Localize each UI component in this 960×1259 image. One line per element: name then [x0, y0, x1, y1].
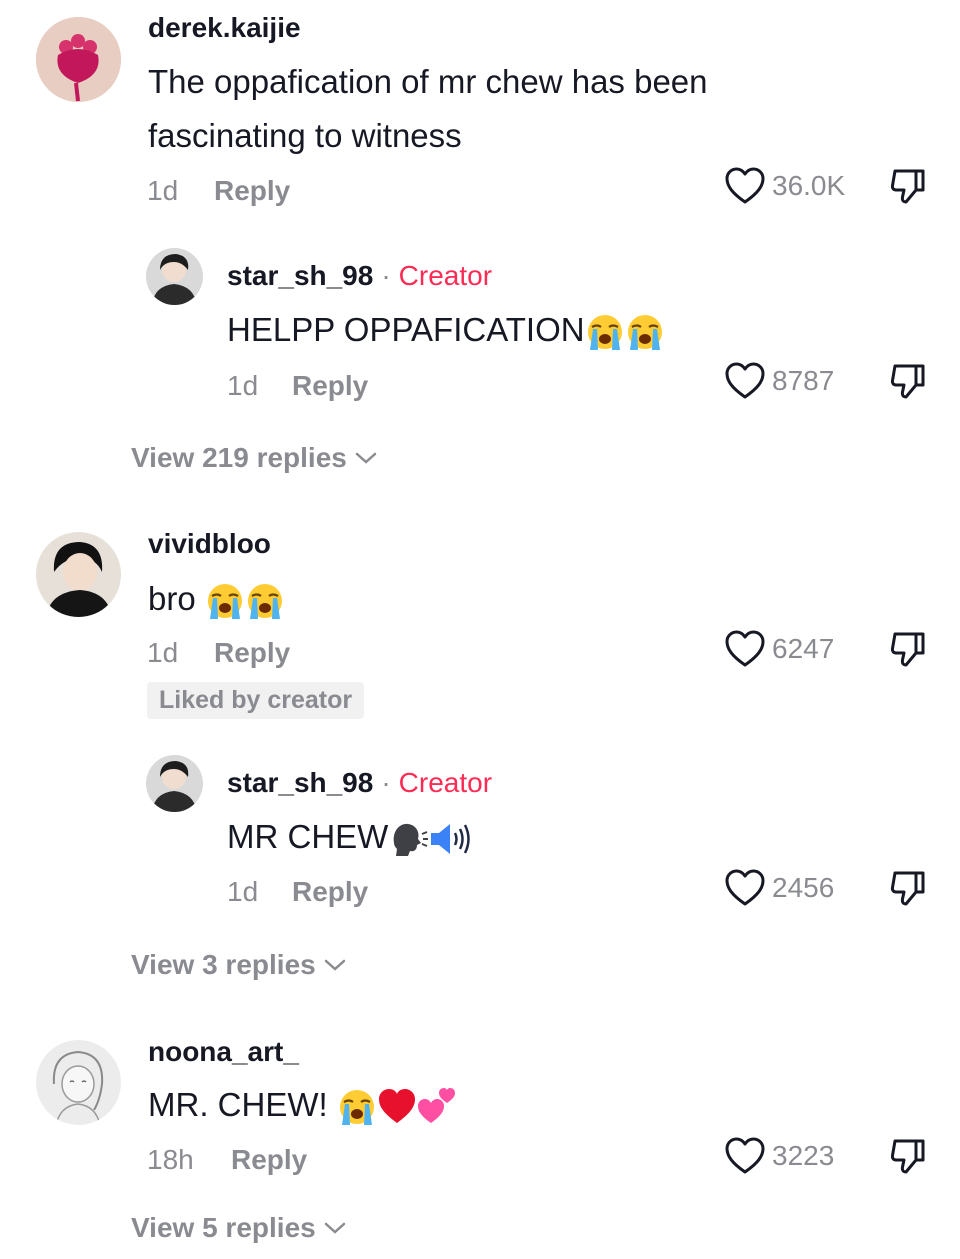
like-count: 36.0K — [772, 170, 846, 201]
like-count: 8787 — [772, 365, 835, 396]
creator-badge: Creator — [398, 767, 493, 798]
comment-username[interactable]: vividbloo — [148, 528, 271, 560]
reply-time: 1d — [227, 876, 259, 907]
reply-text-body: HELPP OPPAFICATION — [227, 311, 585, 348]
separator-dot: · — [381, 767, 391, 798]
thumbs-down-icon — [888, 166, 928, 206]
view-replies-button[interactable]: View 5 replies — [131, 1212, 346, 1244]
loudly-crying-face-icon — [585, 312, 625, 352]
loudly-crying-face-icon — [337, 1087, 377, 1127]
heart-icon — [724, 868, 766, 908]
comment-text: The oppafication of mr chew has been — [148, 63, 708, 100]
like-button[interactable]: 2456 — [724, 868, 834, 908]
comment-text: MR. CHEW! — [148, 1078, 457, 1132]
flower-avatar-icon — [36, 17, 121, 102]
avatar[interactable] — [36, 1040, 121, 1125]
avatar[interactable] — [146, 755, 203, 812]
reply-username[interactable]: star_sh_98 · Creator — [227, 260, 492, 292]
comment-text: bro — [148, 572, 285, 626]
dislike-button[interactable] — [888, 361, 928, 401]
reply-text: MR CHEW — [227, 810, 472, 864]
reply-text-body: MR CHEW — [227, 818, 389, 855]
reply-username-text: star_sh_98 — [227, 260, 374, 291]
comment-text-body: MR. CHEW! — [148, 1086, 337, 1123]
avatar[interactable] — [146, 248, 203, 305]
speaking-head-icon — [388, 819, 428, 859]
separator-dot: · — [381, 260, 391, 291]
avatar[interactable] — [36, 17, 121, 102]
comment-text-body: bro — [148, 580, 205, 617]
two-hearts-icon — [417, 1087, 457, 1127]
comment-time: 1d — [147, 175, 179, 206]
liked-by-creator-badge: Liked by creator — [147, 682, 365, 719]
chevron-down-icon — [355, 451, 377, 465]
avatar[interactable] — [36, 532, 121, 617]
reply-button[interactable]: Reply — [292, 370, 368, 402]
reply-button[interactable]: Reply — [214, 637, 290, 669]
thumbs-down-icon — [888, 1136, 928, 1176]
thumbs-down-icon — [888, 629, 928, 669]
like-count: 3223 — [772, 1140, 835, 1171]
view-replies-label: View 3 replies — [131, 949, 316, 980]
reply-username-text: star_sh_98 — [227, 767, 374, 798]
person-avatar-icon — [36, 532, 121, 617]
view-replies-label: View 219 replies — [131, 442, 347, 473]
like-count: 2456 — [772, 872, 835, 903]
person-avatar-icon — [146, 248, 203, 305]
like-button[interactable]: 6247 — [724, 629, 834, 669]
reply-username[interactable]: star_sh_98 · Creator — [227, 767, 492, 799]
comment-time: 1d — [147, 637, 179, 668]
comment-text: fascinating to witness — [148, 117, 462, 154]
like-button[interactable]: 8787 — [724, 361, 834, 401]
chevron-down-icon — [324, 1221, 346, 1235]
sketch-avatar-icon — [36, 1040, 121, 1125]
person-avatar-icon — [146, 755, 203, 812]
like-count: 6247 — [772, 633, 835, 664]
dislike-button[interactable] — [888, 868, 928, 908]
heart-icon — [724, 629, 766, 669]
view-replies-button[interactable]: View 3 replies — [131, 949, 346, 981]
dislike-button[interactable] — [888, 1136, 928, 1176]
loudly-crying-face-icon — [205, 581, 245, 621]
comment-username[interactable]: noona_art_ — [148, 1036, 299, 1068]
reply-button[interactable]: Reply — [214, 175, 290, 207]
view-replies-label: View 5 replies — [131, 1212, 316, 1243]
loudly-crying-face-icon — [245, 581, 285, 621]
view-replies-button[interactable]: View 219 replies — [131, 442, 377, 474]
like-button[interactable]: 3223 — [724, 1136, 834, 1176]
thumbs-down-icon — [888, 361, 928, 401]
comment-username[interactable]: derek.kaijie — [148, 12, 301, 44]
red-heart-icon — [377, 1087, 417, 1127]
like-button[interactable]: 36.0K — [724, 166, 845, 206]
reply-time: 1d — [227, 370, 259, 401]
heart-icon — [724, 1136, 766, 1176]
dislike-button[interactable] — [888, 166, 928, 206]
thumbs-down-icon — [888, 868, 928, 908]
chevron-down-icon — [324, 958, 346, 972]
creator-badge: Creator — [398, 260, 493, 291]
comment-time: 18h — [147, 1144, 194, 1175]
dislike-button[interactable] — [888, 629, 928, 669]
heart-icon — [724, 166, 766, 206]
heart-icon — [724, 361, 766, 401]
reply-button[interactable]: Reply — [231, 1144, 307, 1176]
loudly-crying-face-icon — [625, 312, 665, 352]
reply-button[interactable]: Reply — [292, 876, 368, 908]
speaker-loud-icon — [428, 819, 472, 859]
reply-text: HELPP OPPAFICATION — [227, 303, 665, 357]
